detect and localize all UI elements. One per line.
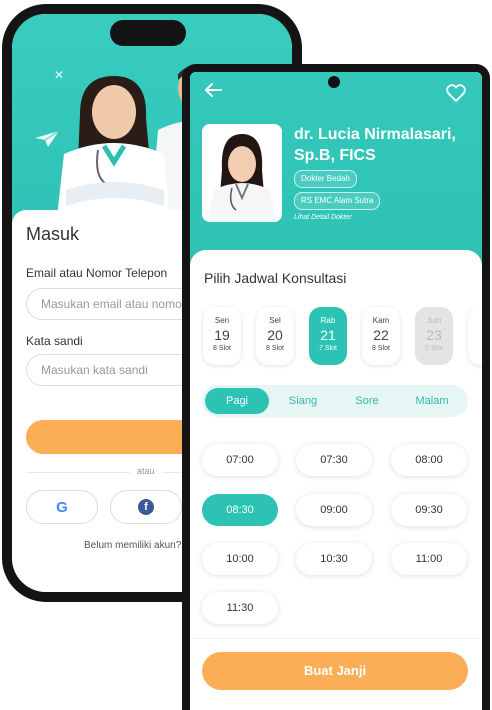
day-date: 19 — [214, 327, 230, 343]
day-card[interactable]: Kam 22 8 Slot — [362, 307, 400, 365]
doctor-name: dr. Lucia Nirmalasari, Sp.B, FICS — [294, 124, 474, 166]
time-slot[interactable]: 11:00 — [391, 543, 467, 575]
doctor-photo — [202, 124, 282, 222]
heart-icon[interactable] — [446, 84, 466, 102]
day-card-selected[interactable]: Rab 21 7 Slot — [309, 307, 347, 365]
email-label: Email atau Nomor Telepon — [26, 266, 168, 280]
day-slots: 8 Slot — [266, 345, 284, 352]
doctor-detail-link[interactable]: Lihat Detail Dokter — [294, 214, 352, 221]
schedule-card: Pilih Jadwal Konsultasi Sen 19 8 Slot Se… — [190, 250, 482, 710]
day-card[interactable]: Sen 19 8 Slot — [203, 307, 241, 365]
doctor-name-line1: dr. Lucia Nirmalasari, — [294, 126, 456, 143]
book-appointment-button[interactable]: Buat Janji — [202, 652, 468, 690]
password-label: Kata sandi — [26, 334, 83, 348]
divider-text: atau — [137, 466, 155, 476]
signup-prompt[interactable]: Belum memiliki akun? — [84, 540, 181, 551]
day-name: Sel — [269, 316, 281, 325]
tab-siang[interactable]: Siang — [272, 388, 334, 414]
day-date: 21 — [320, 327, 336, 343]
day-date: 23 — [426, 327, 442, 343]
facebook-icon: f — [138, 499, 154, 515]
day-card[interactable]: S 2 8 — [468, 307, 482, 365]
bottom-divider — [190, 638, 482, 639]
tab-malam[interactable]: Malam — [400, 388, 464, 414]
day-date: 20 — [267, 327, 283, 343]
schedule-title: Pilih Jadwal Konsultasi — [204, 270, 347, 286]
time-slot-selected[interactable]: 08:30 — [202, 494, 278, 526]
time-slot[interactable]: 07:30 — [296, 444, 372, 476]
facebook-login-button[interactable]: f — [110, 490, 182, 524]
google-icon: G — [56, 498, 68, 516]
schedule-screen: dr. Lucia Nirmalasari, Sp.B, FICS Dokter… — [190, 72, 482, 710]
schedule-phone: dr. Lucia Nirmalasari, Sp.B, FICS Dokter… — [182, 64, 490, 710]
hospital-chip: RS EMC Alam Sutra — [294, 192, 381, 210]
day-slots: 8 Slot — [372, 345, 390, 352]
tab-sore[interactable]: Sore — [336, 388, 398, 414]
time-slot[interactable]: 07:00 — [202, 444, 278, 476]
day-name: Kam — [372, 316, 390, 325]
back-arrow-icon[interactable] — [204, 82, 222, 98]
divider-left — [26, 472, 130, 473]
day-date: 2 — [468, 327, 482, 343]
google-login-button[interactable]: G — [26, 490, 98, 524]
time-slot[interactable]: 09:30 — [391, 494, 467, 526]
day-date: 22 — [373, 327, 389, 343]
period-tabs: Pagi Siang Sore Malam — [202, 385, 468, 417]
doctor-header: dr. Lucia Nirmalasari, Sp.B, FICS Dokter… — [190, 72, 482, 272]
day-name: Sen — [214, 316, 230, 325]
day-slots: 8 Slot — [213, 345, 231, 352]
day-slots: 0 Slot — [425, 345, 443, 352]
day-card[interactable]: Sel 20 8 Slot — [256, 307, 294, 365]
phone-notch — [110, 20, 186, 46]
day-slots: 7 Slot — [319, 345, 337, 352]
day-card-disabled: Jum 23 0 Slot — [415, 307, 453, 365]
time-slot[interactable]: 11:30 — [202, 592, 278, 624]
day-name: Jum — [426, 316, 442, 325]
time-slot[interactable]: 10:30 — [296, 543, 372, 575]
day-name: S — [468, 316, 482, 325]
doctor-name-line2: Sp.B, FICS — [294, 147, 376, 164]
specialty-chip: Dokter Bedah — [294, 170, 357, 188]
day-slots: 8 — [468, 345, 482, 352]
front-camera — [328, 76, 340, 88]
day-name: Rab — [320, 316, 336, 325]
time-slot[interactable]: 10:00 — [202, 543, 278, 575]
tab-pagi[interactable]: Pagi — [205, 388, 269, 414]
time-slot[interactable]: 08:00 — [391, 444, 467, 476]
time-slot[interactable]: 09:00 — [296, 494, 372, 526]
login-title: Masuk — [26, 224, 80, 244]
